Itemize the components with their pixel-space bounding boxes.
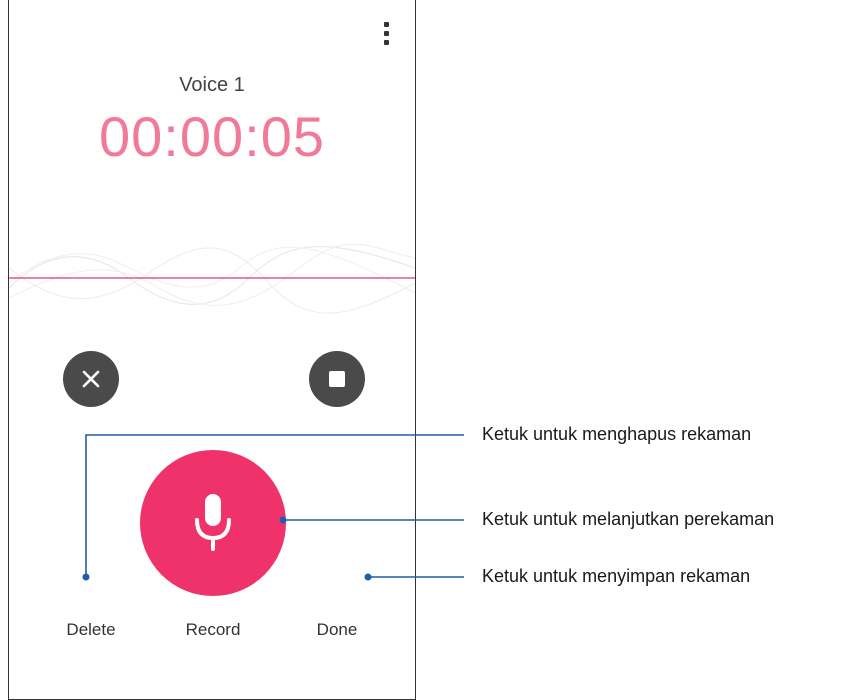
close-icon bbox=[82, 370, 100, 388]
recorder-screen: Voice 1 00:00:05 Delete Record Done bbox=[8, 0, 416, 700]
microphone-icon bbox=[195, 494, 231, 551]
audio-waveform bbox=[9, 243, 415, 314]
callout-delete: Ketuk untuk menghapus rekaman bbox=[482, 424, 752, 444]
record-label: Record bbox=[185, 620, 241, 639]
recording-name: Voice 1 bbox=[179, 74, 245, 96]
delete-button[interactable] bbox=[63, 351, 119, 407]
callout-record: Ketuk untuk melanjutkan perekaman bbox=[482, 509, 775, 529]
done-button[interactable] bbox=[309, 351, 365, 407]
stop-icon bbox=[329, 371, 345, 387]
record-button[interactable] bbox=[140, 450, 286, 596]
done-label: Done bbox=[316, 620, 358, 639]
recording-timer: 00:00:05 bbox=[99, 105, 325, 168]
callout-done: Ketuk untuk menyimpan rekaman bbox=[482, 566, 751, 586]
delete-label: Delete bbox=[66, 620, 116, 639]
more-options-icon[interactable] bbox=[379, 16, 393, 50]
